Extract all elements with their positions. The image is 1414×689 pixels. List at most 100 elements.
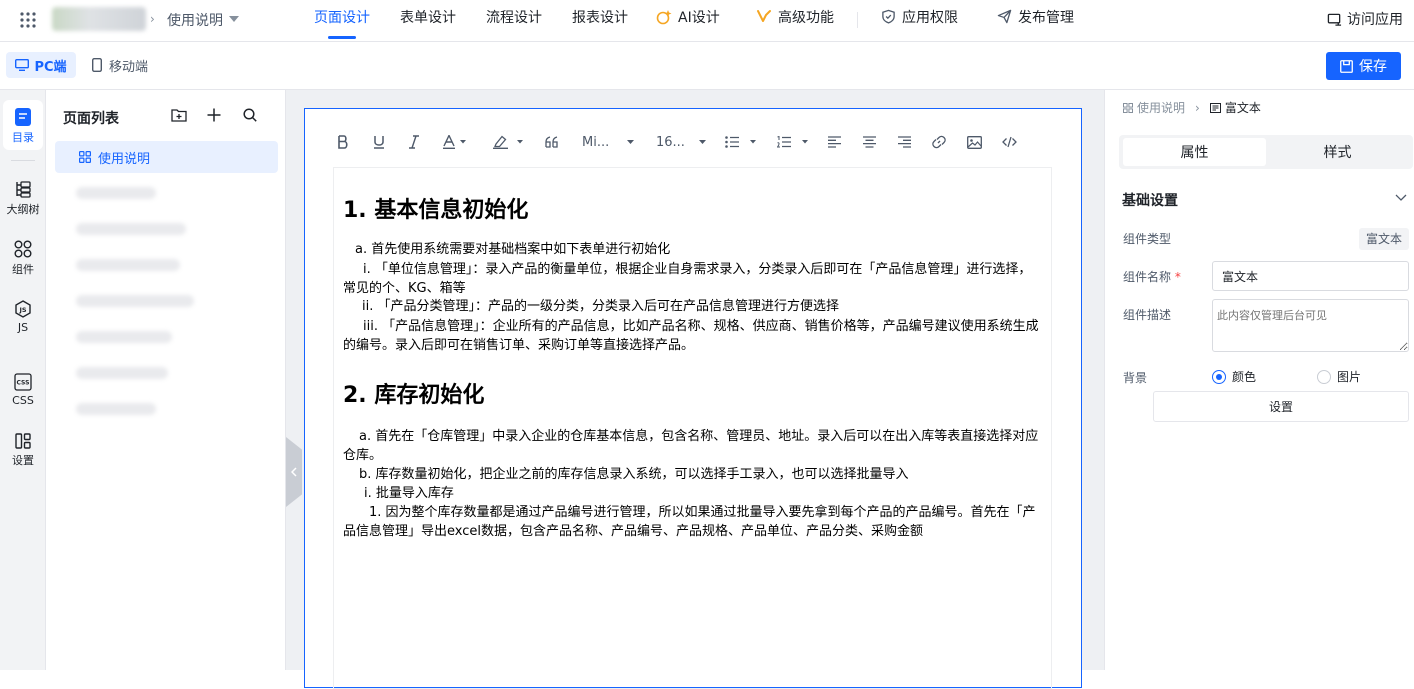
app-grid-icon[interactable] bbox=[18, 10, 38, 30]
chevron-down-icon[interactable] bbox=[1395, 194, 1407, 201]
document-paragraph: 1. 因为整个库存数量都是通过产品编号进行管理，所以如果通过批量导入要先拿到每个… bbox=[343, 505, 1036, 539]
tab-properties[interactable]: 属性 bbox=[1123, 138, 1266, 166]
new-folder-icon[interactable] bbox=[171, 108, 187, 122]
page-list-item[interactable] bbox=[76, 295, 194, 307]
breadcrumb-chevron-icon: › bbox=[150, 12, 155, 26]
settings-panel-icon bbox=[15, 433, 31, 449]
ordered-list-icon[interactable] bbox=[777, 131, 811, 153]
align-right-icon[interactable] bbox=[898, 131, 911, 153]
tab-form-design[interactable]: 表单设计 bbox=[400, 0, 456, 42]
tab-publish[interactable]: 发布管理 bbox=[997, 0, 1074, 42]
component-name-input[interactable] bbox=[1212, 261, 1409, 291]
page-list-item[interactable] bbox=[76, 187, 156, 199]
app-logo[interactable] bbox=[52, 7, 146, 31]
tab-report-design[interactable]: 报表设计 bbox=[572, 0, 628, 42]
css-file-icon: CSS bbox=[14, 373, 32, 391]
page-list-item-active[interactable]: 使用说明 bbox=[55, 141, 278, 173]
document-heading-2: 2. 库存初始化 bbox=[343, 383, 485, 408]
props-breadcrumb-parent[interactable]: 使用说明 bbox=[1137, 99, 1185, 116]
underline-icon[interactable] bbox=[373, 131, 385, 153]
bg-radio-color-label: 颜色 bbox=[1232, 370, 1257, 384]
search-icon[interactable] bbox=[243, 108, 257, 122]
rail-divider bbox=[11, 160, 35, 161]
components-grid-icon bbox=[14, 240, 32, 258]
dropdown-caret-icon[interactable] bbox=[229, 16, 239, 22]
italic-icon[interactable] bbox=[409, 131, 419, 153]
page-list-item[interactable] bbox=[76, 259, 180, 271]
chevron-down-icon bbox=[627, 140, 635, 144]
page-list-item[interactable] bbox=[76, 367, 168, 379]
rail-item-settings-label: 设置 bbox=[12, 454, 34, 467]
chevron-down-icon bbox=[698, 140, 706, 144]
rail-item-css[interactable]: CSS CSS bbox=[0, 373, 46, 407]
pc-device-button[interactable]: PC端 bbox=[6, 52, 76, 78]
bold-icon[interactable] bbox=[337, 131, 349, 153]
image-icon[interactable] bbox=[967, 131, 982, 153]
chevron-left-icon bbox=[291, 467, 297, 477]
document-paragraph: b. 库存数量初始化，把企业之前的库存信息录入系统，可以选择手工录入，也可以选择… bbox=[359, 467, 909, 482]
tab-publish-label: 发布管理 bbox=[1018, 10, 1074, 26]
rich-text-component[interactable]: Mi... 16... 1. 基本信息初始化 a. 首先使用系统需要对基础档案中… bbox=[304, 108, 1082, 689]
tab-style[interactable]: 样式 bbox=[1266, 138, 1409, 166]
quote-icon[interactable] bbox=[545, 131, 559, 153]
tab-divider bbox=[857, 12, 858, 28]
tab-app-permission[interactable]: 应用权限 bbox=[881, 0, 958, 42]
send-icon bbox=[997, 9, 1012, 24]
tab-ai-design[interactable]: AI设计 bbox=[656, 0, 720, 42]
svg-text:CSS: CSS bbox=[17, 380, 30, 387]
align-center-icon[interactable] bbox=[863, 131, 876, 153]
breadcrumb-chevron-icon: › bbox=[1195, 100, 1200, 115]
bg-radio-image-label: 图片 bbox=[1337, 370, 1362, 384]
left-icon-rail: 目录 大纲树 组件 JS JS CSS CSS 设置 bbox=[0, 90, 46, 670]
required-mark: * bbox=[1174, 270, 1181, 284]
tab-advanced[interactable]: 高级功能 bbox=[756, 0, 834, 42]
section-title-basic[interactable]: 基础设置 bbox=[1122, 190, 1178, 210]
rail-item-outline[interactable]: 大纲树 bbox=[0, 180, 46, 217]
rail-item-settings[interactable]: 设置 bbox=[0, 433, 46, 468]
document-paragraph: a. 首先在「仓库管理」中录入企业的仓库基本信息，包含名称、管理员、地址。录入后… bbox=[343, 429, 1039, 463]
rail-item-js[interactable]: JS JS bbox=[0, 300, 46, 334]
bg-radio-color[interactable]: 颜色 bbox=[1212, 368, 1256, 385]
add-page-icon[interactable] bbox=[207, 108, 221, 122]
document-paragraph: i. 批量导入库存 bbox=[364, 486, 454, 501]
tab-advanced-label: 高级功能 bbox=[778, 10, 834, 26]
radio-checked-icon bbox=[1212, 369, 1226, 384]
link-icon[interactable] bbox=[932, 131, 946, 153]
page-list-title: 页面列表 bbox=[63, 111, 119, 127]
page-list-item-active-label: 使用说明 bbox=[98, 151, 151, 167]
page-list-panel: 页面列表 使用说明 bbox=[46, 90, 286, 670]
visit-app-button[interactable]: 访问应用 bbox=[1327, 9, 1403, 29]
rail-item-components[interactable]: 组件 bbox=[0, 240, 46, 277]
ai-sparkle-icon bbox=[656, 9, 672, 25]
top-bar: › 使用说明 页面设计 表单设计 流程设计 报表设计 AI设计 高级功能 应用权… bbox=[0, 0, 1414, 42]
font-size-select[interactable]: 16... bbox=[656, 131, 706, 153]
align-left-icon[interactable] bbox=[828, 131, 841, 153]
breadcrumb-app-name[interactable]: 使用说明 bbox=[167, 10, 223, 30]
bullet-list-icon[interactable] bbox=[725, 131, 759, 153]
svg-text:JS: JS bbox=[18, 306, 26, 314]
collapse-panel-handle[interactable] bbox=[286, 437, 302, 507]
document-paragraph: ii. 「产品分类管理」：产品的一级分类，分类录入后可在产品信息管理进行方便选择 bbox=[362, 299, 839, 314]
pc-device-label: PC端 bbox=[34, 59, 67, 75]
rich-text-document[interactable]: 1. 基本信息初始化 a. 首先使用系统需要对基础档案中如下表单进行初始化 i.… bbox=[333, 167, 1052, 689]
page-list-item[interactable] bbox=[76, 403, 156, 415]
component-desc-textarea[interactable] bbox=[1212, 299, 1409, 352]
component-name-label: 组件名称 * bbox=[1123, 268, 1181, 285]
page-grid-icon bbox=[1123, 102, 1133, 113]
catalog-icon bbox=[15, 108, 31, 126]
save-button[interactable]: 保存 bbox=[1326, 52, 1401, 80]
font-color-icon[interactable] bbox=[443, 131, 467, 153]
code-icon[interactable] bbox=[1002, 131, 1017, 153]
mobile-device-button[interactable]: 移动端 bbox=[92, 52, 148, 78]
tab-ai-design-label: AI设计 bbox=[678, 10, 720, 26]
rail-item-catalog[interactable]: 目录 bbox=[0, 108, 46, 145]
font-family-select[interactable]: Mi... bbox=[582, 131, 635, 153]
highlight-icon[interactable] bbox=[493, 131, 525, 153]
font-family-value: Mi... bbox=[582, 134, 610, 150]
page-list-item[interactable] bbox=[76, 223, 186, 235]
bg-radio-image[interactable]: 图片 bbox=[1317, 368, 1361, 385]
device-toolbar: PC端 移动端 保存 bbox=[0, 42, 1414, 90]
bg-settings-button[interactable]: 设置 bbox=[1153, 391, 1409, 422]
page-list-item[interactable] bbox=[76, 331, 172, 343]
tab-flow-design[interactable]: 流程设计 bbox=[486, 0, 542, 42]
